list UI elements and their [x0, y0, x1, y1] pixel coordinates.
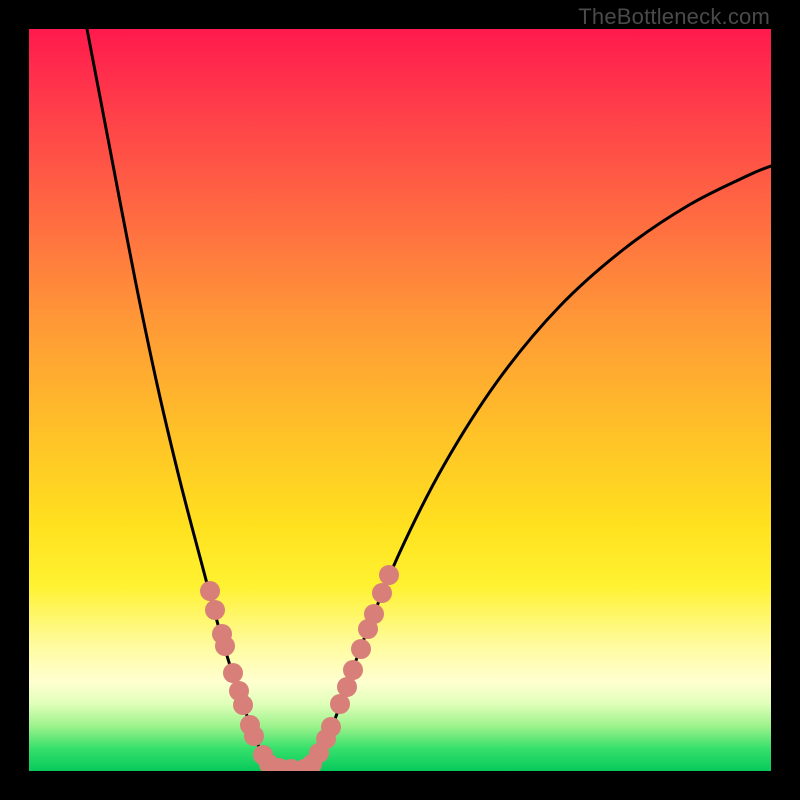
highlight-dot: [351, 639, 371, 659]
highlight-dot: [244, 726, 264, 746]
highlight-dot: [337, 677, 357, 697]
curve-layer: [29, 29, 771, 771]
highlight-dot: [205, 600, 225, 620]
watermark-text: TheBottleneck.com: [578, 4, 770, 30]
plot-area: [29, 29, 771, 771]
highlight-dot: [372, 583, 392, 603]
highlight-dot: [233, 695, 253, 715]
highlight-dot: [215, 636, 235, 656]
highlight-dot: [379, 565, 399, 585]
curve-left-curve: [87, 29, 274, 769]
highlight-dot: [321, 717, 341, 737]
highlight-dot: [200, 581, 220, 601]
highlight-dot: [343, 660, 363, 680]
chart-frame: TheBottleneck.com: [0, 0, 800, 800]
highlight-dot: [364, 604, 384, 624]
highlight-dot: [223, 663, 243, 683]
curve-right-curve: [310, 166, 771, 769]
